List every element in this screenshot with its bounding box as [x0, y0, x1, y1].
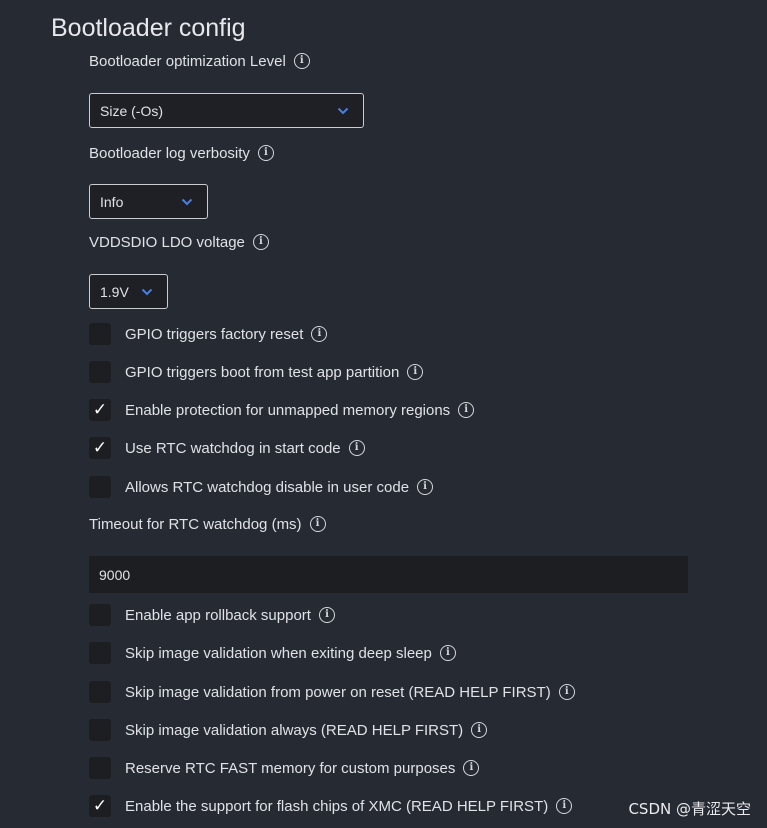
info-icon[interactable]: i [556, 798, 573, 814]
checkbox-label: Enable the support for flash chips of XM… [125, 797, 549, 815]
info-icon[interactable]: i [318, 607, 335, 623]
vddsdio-voltage-select[interactable]: 1.9V [89, 274, 168, 309]
vddsdio-voltage-label-text: VDDSDIO LDO voltage [89, 233, 245, 251]
chevron-down-icon [141, 288, 153, 295]
checkbox-row-skip-validation-always[interactable]: Skip image validation always (READ HELP … [89, 719, 488, 741]
checkbox[interactable] [89, 323, 111, 345]
bootloader-config-title: Bootloader config [51, 14, 246, 42]
optimization-level-label: Bootloader optimization Level i [89, 51, 310, 71]
checkbox[interactable] [89, 681, 111, 703]
optimization-level-label-text: Bootloader optimization Level [89, 52, 286, 70]
log-verbosity-label: Bootloader log verbosity i [89, 143, 274, 163]
checkbox-row-xmc-flash-support[interactable]: ✓ Enable the support for flash chips of … [89, 795, 573, 817]
watermark-text: CSDN @青涩天空 [628, 800, 751, 818]
vddsdio-voltage-label: VDDSDIO LDO voltage i [89, 232, 269, 252]
checkbox[interactable] [89, 719, 111, 741]
info-icon[interactable]: i [463, 760, 480, 776]
info-icon[interactable]: i [417, 479, 434, 495]
checkbox[interactable] [89, 476, 111, 498]
checkbox-row-skip-validation-power-on[interactable]: Skip image validation from power on rese… [89, 681, 575, 703]
vddsdio-voltage-value: 1.9V [100, 283, 129, 300]
info-icon[interactable]: i [348, 440, 365, 456]
checkmark-icon: ✓ [92, 796, 108, 816]
checkbox-label: GPIO triggers factory reset [125, 325, 304, 343]
info-icon[interactable]: i [407, 364, 424, 380]
checkbox-label: Enable protection for unmapped memory re… [125, 401, 451, 419]
info-icon[interactable]: i [293, 53, 310, 69]
optimization-level-select[interactable]: Size (-Os) [89, 93, 364, 128]
checkbox-row-unmapped-memory[interactable]: ✓ Enable protection for unmapped memory … [89, 399, 475, 421]
checkbox-label: Skip image validation when exiting deep … [125, 644, 432, 662]
chevron-down-icon [337, 107, 349, 114]
checkbox-label: Use RTC watchdog in start code [125, 439, 341, 457]
checkbox-row-rtc-watchdog-disable[interactable]: Allows RTC watchdog disable in user code… [89, 476, 434, 498]
checkbox[interactable] [89, 642, 111, 664]
log-verbosity-select[interactable]: Info [89, 184, 208, 219]
checkbox-label: Skip image validation from power on rese… [125, 683, 551, 701]
checkbox-label: Skip image validation always (READ HELP … [125, 721, 464, 739]
checkbox[interactable]: ✓ [89, 399, 111, 421]
checkbox[interactable] [89, 757, 111, 779]
rtc-timeout-label: Timeout for RTC watchdog (ms) i [89, 514, 326, 534]
checkbox-label: Enable app rollback support [125, 606, 311, 624]
checkbox-row-app-rollback[interactable]: Enable app rollback support i [89, 604, 335, 626]
checkmark-icon: ✓ [92, 400, 108, 420]
info-icon[interactable]: i [309, 516, 326, 532]
checkbox[interactable]: ✓ [89, 437, 111, 459]
log-verbosity-value: Info [100, 193, 124, 210]
info-icon[interactable]: i [471, 722, 488, 738]
info-icon[interactable]: i [439, 645, 456, 661]
checkbox-label: GPIO triggers boot from test app partiti… [125, 363, 400, 381]
rtc-timeout-label-text: Timeout for RTC watchdog (ms) [89, 515, 302, 533]
info-icon[interactable]: i [458, 402, 475, 418]
checkbox-row-reserve-rtc-fast-memory[interactable]: Reserve RTC FAST memory for custom purpo… [89, 757, 480, 779]
checkbox-row-gpio-factory-reset[interactable]: GPIO triggers factory reset i [89, 323, 328, 345]
checkbox-row-skip-validation-deep-sleep[interactable]: Skip image validation when exiting deep … [89, 642, 456, 664]
optimization-level-value: Size (-Os) [100, 102, 163, 119]
info-icon[interactable]: i [558, 684, 575, 700]
checkbox-label: Allows RTC watchdog disable in user code [125, 478, 410, 496]
rtc-timeout-input[interactable] [89, 556, 688, 593]
checkmark-icon: ✓ [92, 438, 108, 458]
info-icon[interactable]: i [311, 326, 328, 342]
chevron-down-icon [181, 198, 193, 205]
checkbox-label: Reserve RTC FAST memory for custom purpo… [125, 759, 456, 777]
checkbox[interactable]: ✓ [89, 795, 111, 817]
info-icon[interactable]: i [257, 145, 274, 161]
checkbox-row-gpio-test-app[interactable]: GPIO triggers boot from test app partiti… [89, 361, 424, 383]
checkbox[interactable] [89, 361, 111, 383]
log-verbosity-label-text: Bootloader log verbosity [89, 144, 250, 162]
checkbox-row-rtc-watchdog[interactable]: ✓ Use RTC watchdog in start code i [89, 437, 365, 459]
checkbox[interactable] [89, 604, 111, 626]
info-icon[interactable]: i [252, 234, 269, 250]
